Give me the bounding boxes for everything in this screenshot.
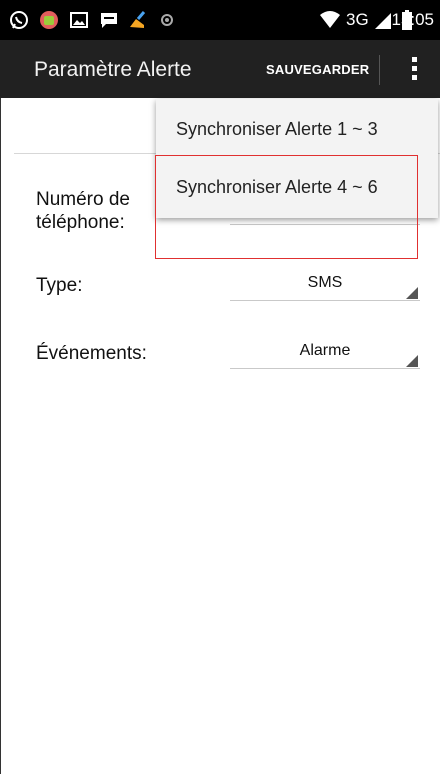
phone-label: Numéro de téléphone:: [36, 189, 130, 233]
menu-item-label: Synchroniser Alerte 1 ~ 3: [176, 119, 378, 139]
wifi-icon: [320, 11, 340, 28]
status-bar: 3G 15:05: [0, 0, 440, 40]
network-type: 3G: [346, 10, 369, 29]
signal-icon: [375, 13, 391, 29]
menu-item-sync-1-3[interactable]: Synchroniser Alerte 1 ~ 3: [156, 101, 438, 159]
message-icon: [101, 13, 117, 28]
highlight-box: [155, 155, 418, 259]
type-select[interactable]: SMS: [230, 270, 420, 301]
whatsapp-icon: [10, 11, 28, 29]
overflow-menu-icon[interactable]: [404, 54, 424, 86]
cleaner-icon: [130, 11, 146, 28]
type-label: Type:: [36, 275, 83, 296]
toolbar-divider: [379, 55, 380, 85]
type-value: SMS: [307, 274, 343, 291]
dropdown-arrow-icon: [406, 355, 418, 367]
clock: 15:05: [391, 10, 434, 29]
app-bar: Paramètre Alerte SAUVEGARDER: [0, 40, 440, 98]
events-select[interactable]: Alarme: [230, 338, 420, 369]
image-icon: [70, 12, 88, 28]
events-label: Événements:: [36, 343, 147, 364]
dropdown-arrow-icon: [406, 287, 418, 299]
camera-icon: [161, 14, 173, 26]
android-robot-icon: [40, 11, 58, 29]
page-title: Paramètre Alerte: [34, 58, 192, 81]
events-value: Alarme: [299, 342, 351, 359]
save-button[interactable]: SAUVEGARDER: [266, 62, 369, 77]
